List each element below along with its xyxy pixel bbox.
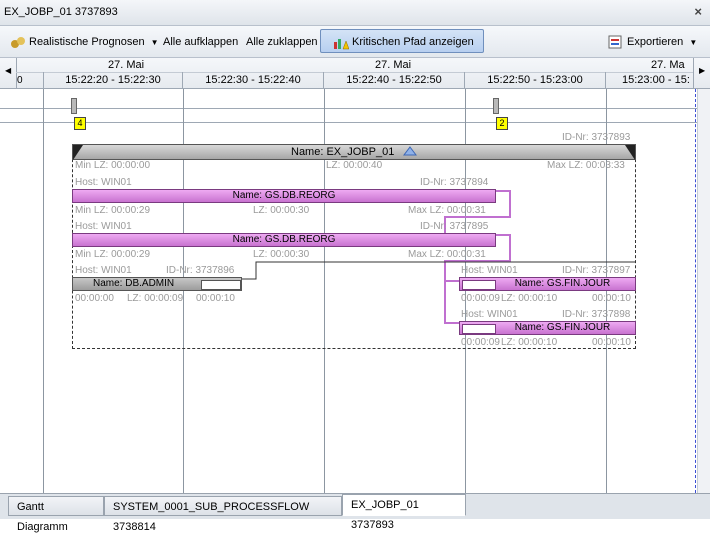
task-name: Name: DB.ADMIN xyxy=(93,278,175,289)
task-name: Name: GS.DB.REORG xyxy=(232,190,336,201)
task-max-lz: 00:00:10 xyxy=(592,293,631,304)
task-min-lz: 00:00:09 xyxy=(461,293,500,304)
task-bar[interactable]: Name: GS.DB.REORG xyxy=(72,189,496,203)
task-min-lz: 00:00:09 xyxy=(461,337,500,348)
task-host: Host: WIN01 xyxy=(461,309,518,320)
task-min-lz: 00:00:00 xyxy=(75,293,114,304)
task-max-lz: Max LZ: 00:00:31 xyxy=(408,205,486,216)
tab-gantt[interactable]: Gantt Diagramm xyxy=(8,496,104,533)
task-host: Host: WIN01 xyxy=(75,221,132,232)
task-id: ID-Nr: 3737897 xyxy=(562,265,631,276)
task-max-lz: 00:00:10 xyxy=(592,337,631,348)
task-bar[interactable]: Name: GS.DB.REORG xyxy=(72,233,496,247)
task-id: ID-Nr: 3737898 xyxy=(562,309,631,320)
vertical-scrollbar[interactable] xyxy=(697,89,710,493)
tab-bar: Gantt Diagramm SYSTEM_0001_SUB_PROCESSFL… xyxy=(0,493,710,533)
task-name: Name: GS.DB.REORG xyxy=(232,234,336,245)
task-max-lz: 00:00:10 xyxy=(196,293,235,304)
task-min-lz: Min LZ: 00:00:29 xyxy=(75,205,151,216)
task-name: Name: GS.FIN.JOUR xyxy=(514,278,611,289)
task-bar[interactable]: Name: GS.FIN.JOUR xyxy=(459,321,636,335)
task-host: Host: WIN01 xyxy=(75,177,132,188)
progress-remaining xyxy=(462,280,496,290)
task-host: Host: WIN01 xyxy=(75,265,132,276)
task-lz: LZ: 00:00:30 xyxy=(253,205,310,216)
task-bar[interactable]: Name: GS.FIN.JOUR xyxy=(459,277,636,291)
tab-ex-jobp[interactable]: EX_JOBP_01 3737893 xyxy=(342,494,466,531)
task-id: ID-Nr: 3737896 xyxy=(166,265,235,276)
task-lz: LZ: 00:00:10 xyxy=(501,337,558,348)
progress-remaining xyxy=(201,280,241,290)
task-min-lz: Min LZ: 00:00:29 xyxy=(75,249,151,260)
task-id: ID-Nr: 3737894 xyxy=(420,177,489,188)
task-bar[interactable]: Name: DB.ADMIN xyxy=(72,277,242,291)
task-max-lz: Max LZ: 00:00:31 xyxy=(408,249,486,260)
task-lz: LZ: 00:00:10 xyxy=(501,293,558,304)
tab-subprocessflow[interactable]: SYSTEM_0001_SUB_PROCESSFLOW 3738814 xyxy=(104,496,342,533)
task-id: ID-Nr: 3737895 xyxy=(420,221,489,232)
task-lz: LZ: 00:00:09 xyxy=(127,293,184,304)
task-name: Name: GS.FIN.JOUR xyxy=(514,322,611,333)
progress-remaining xyxy=(462,324,496,334)
task-lz: LZ: 00:00:30 xyxy=(253,249,310,260)
task-host: Host: WIN01 xyxy=(461,265,518,276)
